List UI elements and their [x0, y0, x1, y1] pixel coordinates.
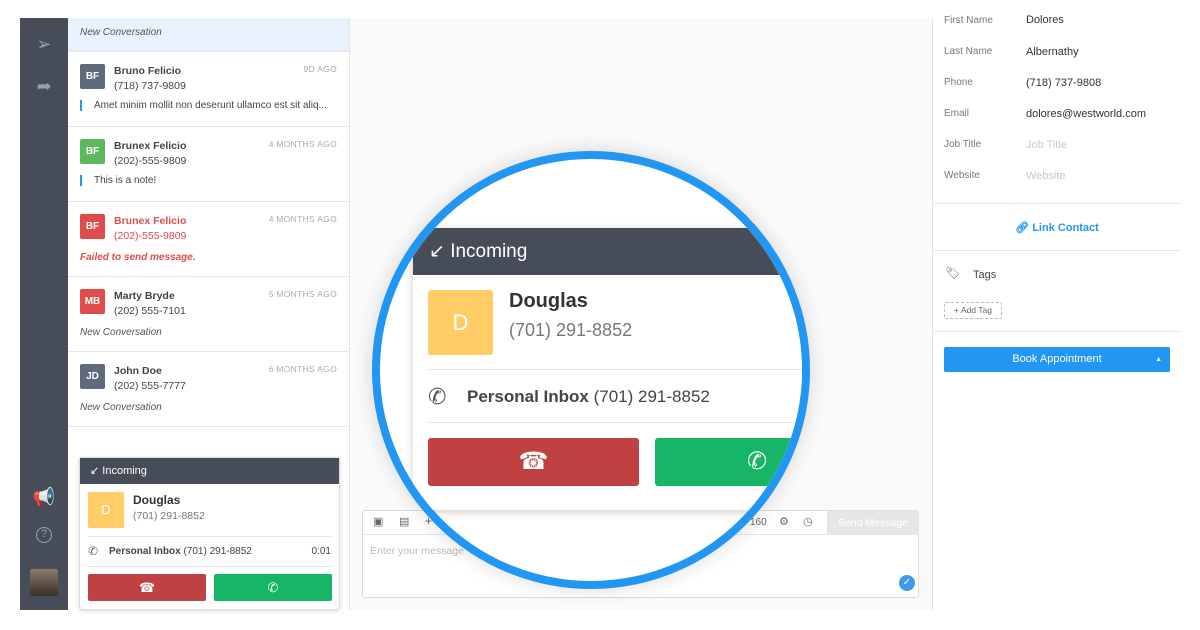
user-avatar[interactable] — [30, 569, 58, 596]
sidebar: ➢ ➦ 📢 ? — [20, 18, 68, 610]
zoomed-call-popup: ↙ Incoming D Douglas (701) 291-8852 ✆ Pe… — [413, 228, 802, 510]
avatar: BF — [80, 64, 105, 89]
accept-call-button[interactable]: ✆ — [655, 438, 802, 486]
image-icon[interactable]: ▣ — [373, 515, 383, 528]
link-icon: 🔗︎ — [1015, 222, 1033, 234]
list-item[interactable]: BF Brunex Felicio (202)-555-9809 4 MONTH… — [68, 127, 349, 202]
forward-icon[interactable]: ➦ — [32, 74, 56, 98]
list-item[interactable]: New Conversation — [68, 18, 349, 52]
caller-avatar: D — [428, 290, 493, 355]
decline-call-button[interactable]: ☎ — [88, 574, 206, 601]
call-header: ↙ Incoming — [413, 228, 802, 275]
contact-card-icon[interactable]: ▤ — [399, 515, 409, 528]
send-message-button[interactable]: Send Message — [827, 511, 919, 535]
incoming-arrow-icon: ↙ — [429, 241, 451, 262]
caller-avatar: D — [88, 492, 124, 528]
list-item[interactable]: BF Brunex Felicio (202)-555-9809 4 MONTH… — [68, 202, 349, 277]
conversation-list: New Conversation BF Bruno Felicio (718) … — [68, 18, 350, 610]
list-item[interactable]: MB Marty Bryde (202) 555-7101 5 MONTHS A… — [68, 277, 349, 352]
avatar: BF — [80, 214, 105, 239]
help-icon[interactable]: ? — [36, 527, 52, 543]
message-input[interactable]: Enter your message — [370, 545, 464, 557]
caret-up-icon[interactable]: ▲ — [1155, 347, 1162, 372]
list-item[interactable]: JD John Doe (202) 555-7777 6 MONTHS AGO … — [68, 352, 349, 427]
incoming-call-popup: ↙ Incoming D Douglas (701) 291-8852 ✆ Pe… — [79, 457, 340, 610]
accept-call-button[interactable]: ✆ — [214, 574, 332, 601]
incoming-phone-icon: ✆ — [88, 544, 99, 558]
book-appointment-button[interactable]: Book Appointment ▲ — [944, 347, 1170, 372]
contact-panel: First Name Dolores Last Name Albernathy … — [932, 14, 1181, 610]
incoming-phone-icon: ✆ — [428, 384, 447, 409]
incoming-arrow-icon: ↙ — [90, 465, 103, 477]
tags-icon: 🏷︎ — [945, 266, 961, 280]
job-title-input[interactable]: Job Title — [1026, 139, 1067, 151]
settings-icon[interactable]: ⚙ — [779, 515, 789, 528]
website-input[interactable]: Website — [1026, 170, 1066, 182]
character-counter: 160 — [750, 517, 767, 528]
schedule-icon[interactable]: ◷ — [803, 515, 813, 528]
call-header: ↙ Incoming — [80, 458, 339, 484]
error-text: Failed to send message. — [80, 252, 196, 263]
avatar: JD — [80, 364, 105, 389]
avatar: MB — [80, 289, 105, 314]
call-duration: 0:01 — [311, 546, 331, 557]
avatar: BF — [80, 139, 105, 164]
send-icon[interactable]: ➢ — [32, 32, 56, 56]
decline-call-button[interactable]: ☎ — [428, 438, 639, 486]
link-contact-button[interactable]: 🔗︎ Link Contact — [933, 221, 1181, 234]
list-item[interactable]: BF Bruno Felicio (718) 737-9809 9D AGO A… — [68, 52, 349, 127]
add-tag-button[interactable]: + Add Tag — [944, 302, 1002, 319]
check-icon: ✓ — [899, 575, 915, 591]
magnifier-callout: ↙ Incoming D Douglas (701) 291-8852 ✆ Pe… — [372, 151, 810, 589]
megaphone-icon[interactable]: 📢 — [32, 485, 56, 509]
